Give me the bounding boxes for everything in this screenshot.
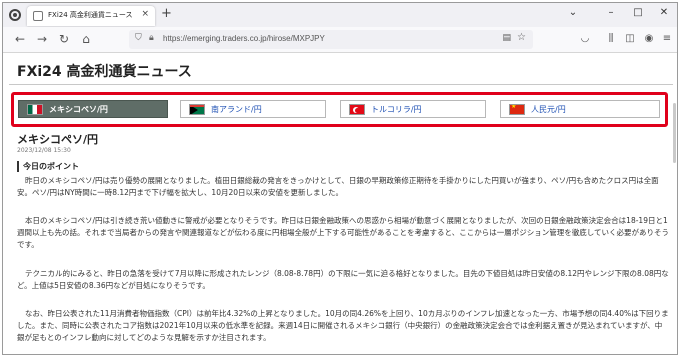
browser-menu-icon[interactable] — [9, 9, 21, 21]
close-window-button[interactable]: ✕ — [657, 7, 671, 18]
pocket-icon[interactable]: ◡ — [578, 33, 592, 44]
tab-label: 南アランド/円 — [211, 105, 262, 114]
back-arrow-icon[interactable]: ← — [13, 32, 27, 46]
article-paragraph: 本日のメキシコペソ/円は引き続き荒い値動きに警戒が必要となりそうです。昨日は日銀… — [17, 216, 669, 249]
mexico-flag-icon — [27, 104, 43, 115]
currency-tab-bar: メキシコペソ/円 南アランド/円 トルコリラ/円 人民元/円 — [11, 92, 668, 127]
tab-try-jpy[interactable]: トルコリラ/円 — [340, 100, 486, 118]
app-menu-icon[interactable]: ≡ — [660, 33, 674, 44]
list-all-tabs-icon[interactable]: ⌄ — [566, 7, 580, 18]
tab-title: FXi24 高金利通貨ニュース — [48, 11, 133, 19]
south-africa-flag-icon — [189, 104, 205, 115]
web-page: FXi24 高金利通貨ニュース メキシコペソ/円 南アランド/円 トルコリラ/円… — [3, 53, 677, 354]
navigation-bar: ← → ↻ ⌂ ⛉ 🔒︎ https://emerging.traders.co… — [3, 27, 677, 53]
minimize-button[interactable]: – — [604, 7, 618, 18]
tab-strip: FXi24 高金利通貨ニュース × + ⌄ – □ ✕ — [3, 3, 677, 27]
title-divider — [9, 84, 673, 85]
home-icon[interactable]: ⌂ — [79, 32, 93, 46]
page-favicon-icon — [33, 11, 43, 21]
turkey-flag-icon — [349, 104, 365, 115]
address-bar[interactable]: ⛉ 🔒︎ https://emerging.traders.co.jp/hiro… — [129, 30, 533, 49]
tab-mxn-jpy[interactable]: メキシコペソ/円 — [18, 100, 168, 118]
sidebar-icon[interactable]: ◫ — [623, 33, 637, 44]
tab-label: メキシコペソ/円 — [49, 105, 108, 114]
reload-icon[interactable]: ↻ — [57, 32, 71, 46]
account-icon[interactable]: ◉ — [642, 33, 656, 44]
bookmark-star-icon[interactable]: ☆ — [517, 32, 526, 43]
article-paragraph: 昨日のメキシコペソ/円は売り優勢の展開となりました。植田日銀総裁の発言をきっかけ… — [17, 176, 659, 197]
reader-view-icon[interactable]: ▤ — [502, 33, 511, 43]
library-icon[interactable]: ⫼ — [604, 33, 618, 44]
maximize-button[interactable]: □ — [631, 7, 645, 18]
url-text[interactable]: https://emerging.traders.co.jp/hirose/MX… — [163, 34, 325, 43]
page-scrollbar[interactable] — [673, 103, 676, 163]
article-date: 2023/12/08 15:30 — [17, 147, 71, 154]
article-paragraph: なお、昨日公表された11月消費者物価指数（CPI）は前年比4.32%の上昇となり… — [17, 309, 669, 342]
browser-tab[interactable]: FXi24 高金利通貨ニュース × — [27, 6, 155, 26]
article-title: メキシコペソ/円 — [17, 133, 99, 146]
new-tab-button[interactable]: + — [161, 6, 172, 21]
tab-close-icon[interactable]: × — [141, 9, 149, 19]
section-heading: 今日のポイント — [17, 161, 79, 172]
browser-window: FXi24 高金利通貨ニュース × + ⌄ – □ ✕ ← → ↻ ⌂ ⛉ 🔒︎… — [2, 2, 678, 355]
lock-icon[interactable]: 🔒︎ — [149, 33, 154, 43]
shield-icon[interactable]: ⛉ — [135, 33, 142, 43]
tab-label: トルコリラ/円 — [371, 105, 422, 114]
forward-arrow-icon[interactable]: → — [35, 32, 49, 46]
china-flag-icon — [509, 104, 525, 115]
site-title: FXi24 高金利通貨ニュース — [17, 64, 192, 80]
tab-cny-jpy[interactable]: 人民元/円 — [500, 100, 660, 118]
tab-label: 人民元/円 — [531, 105, 566, 114]
tab-zar-jpy[interactable]: 南アランド/円 — [180, 100, 326, 118]
article-paragraph: テクニカル的にみると、昨日の急落を受けて7月以降に形成されたレンジ（8.08-8… — [17, 269, 669, 290]
